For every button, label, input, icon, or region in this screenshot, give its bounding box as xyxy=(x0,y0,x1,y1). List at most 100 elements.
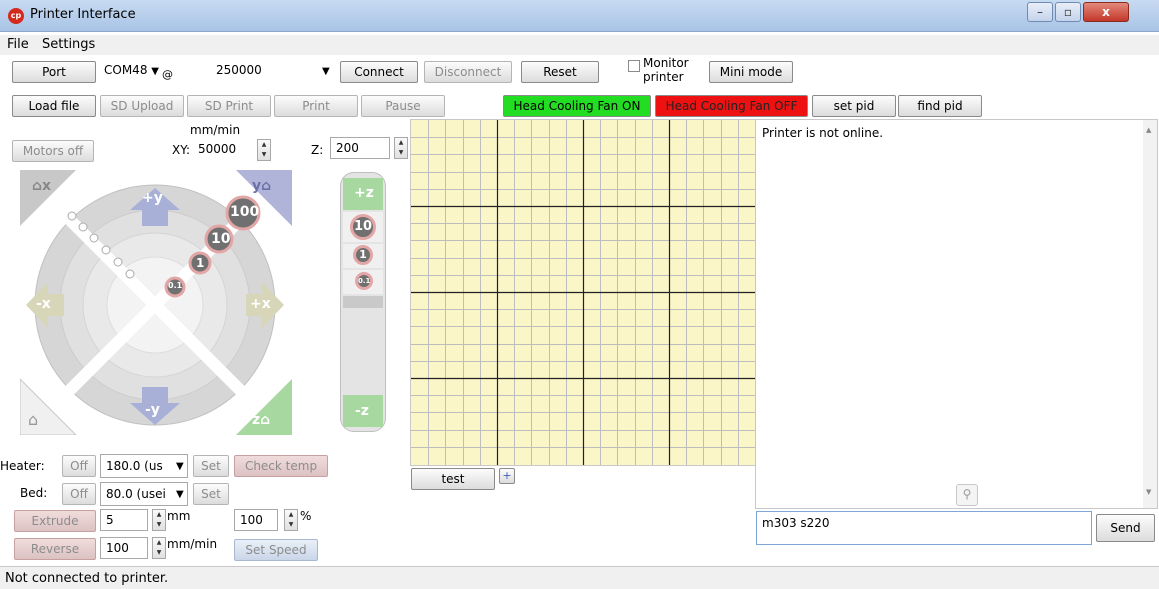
reverse-button[interactable]: Reverse xyxy=(14,538,96,560)
fan-off-button[interactable]: Head Cooling Fan OFF xyxy=(655,95,808,117)
xy-step-0.1[interactable]: 0.1 xyxy=(168,281,182,290)
z-step-0.1[interactable]: 0.1 xyxy=(343,270,383,294)
at-label: @ xyxy=(162,68,173,81)
mini-mode-button[interactable]: Mini mode xyxy=(709,61,793,83)
xy-step-10[interactable]: 10 xyxy=(211,231,230,247)
maximize-button[interactable]: ▫ xyxy=(1055,2,1081,22)
home-y-label: y xyxy=(252,178,262,194)
jog-plus-z-button[interactable]: +z xyxy=(343,178,383,210)
check-temp-button[interactable]: Check temp xyxy=(234,455,328,477)
find-pid-button[interactable]: find pid xyxy=(898,95,982,117)
reset-button[interactable]: Reset xyxy=(521,61,599,83)
z-step-1[interactable]: 1 xyxy=(343,244,383,268)
bed-temp-select[interactable]: 80.0 (usei ▼ xyxy=(100,482,188,506)
extrude-amount-input[interactable]: 5 xyxy=(100,509,148,531)
menu-file[interactable]: File xyxy=(7,37,29,52)
chevron-down-icon: ▼ xyxy=(176,461,184,472)
xy-label: XY: xyxy=(172,143,190,157)
reverse-speed-unit-label: mm/min xyxy=(167,537,218,551)
motors-off-button[interactable]: Motors off xyxy=(12,140,94,162)
jog-minus-z-button[interactable]: -z xyxy=(343,395,383,427)
z-step-separator xyxy=(343,296,383,308)
scroll-up-icon: ▲ xyxy=(1146,126,1152,134)
home-x-button[interactable]: ⌂x xyxy=(32,178,51,194)
monitor-label-line2: printer xyxy=(643,70,684,84)
z-label: Z: xyxy=(311,143,324,157)
monitor-printer-label: Monitor printer xyxy=(643,56,689,84)
xy-step-1[interactable]: 1 xyxy=(196,256,204,270)
z-step-10[interactable]: 10 xyxy=(343,212,383,242)
speed-percent-stepper[interactable]: ▲ ▼ xyxy=(284,509,298,531)
home-icon: ⌂ xyxy=(32,178,43,194)
extrude-amount-stepper[interactable]: ▲ ▼ xyxy=(152,509,166,531)
console-scrollbar[interactable]: ▲ ▼ xyxy=(1143,120,1157,508)
home-z-button[interactable]: z⌂ xyxy=(252,412,270,428)
search-icon[interactable]: ⚲ xyxy=(956,484,978,506)
jog-minus-y-button[interactable]: -y xyxy=(145,402,160,418)
z-step-0.1-label: 0.1 xyxy=(355,272,373,290)
xy-speed-input[interactable]: 50000 xyxy=(193,139,253,161)
heater-off-button[interactable]: Off xyxy=(62,455,96,477)
test-tab[interactable]: test xyxy=(411,468,495,490)
sd-upload-button[interactable]: SD Upload xyxy=(100,95,184,117)
reverse-speed-stepper[interactable]: ▲ ▼ xyxy=(152,537,166,559)
port-value: COM48 xyxy=(104,63,148,77)
home-y-button[interactable]: y⌂ xyxy=(252,178,271,194)
print-bed-preview[interactable] xyxy=(410,119,756,466)
chevron-down-icon: ▼ xyxy=(176,489,184,500)
command-input[interactable]: m303 s220 xyxy=(756,511,1092,545)
minimize-button[interactable]: – xyxy=(1027,2,1053,22)
jog-minus-x-button[interactable]: -x xyxy=(36,296,51,312)
app-icon: cp xyxy=(8,8,24,24)
bed-label: Bed: xyxy=(20,486,48,500)
bed-off-button[interactable]: Off xyxy=(62,483,96,505)
disconnect-button[interactable]: Disconnect xyxy=(424,61,512,83)
bed-grid xyxy=(411,120,755,465)
jog-plus-y-button[interactable]: +y xyxy=(142,190,163,206)
xy-step-100[interactable]: 100 xyxy=(230,204,259,220)
heater-label: Heater: xyxy=(0,459,45,473)
chevron-down-icon: ▼ xyxy=(151,66,159,77)
send-button[interactable]: Send xyxy=(1096,514,1155,542)
status-text: Not connected to printer. xyxy=(5,571,169,586)
speed-unit-label: mm/min xyxy=(190,123,241,137)
port-button[interactable]: Port xyxy=(12,61,96,83)
sd-print-button[interactable]: SD Print xyxy=(187,95,271,117)
status-bar: Not connected to printer. xyxy=(0,566,1159,589)
z-speed-stepper[interactable]: ▲ ▼ xyxy=(394,137,408,159)
port-select[interactable]: COM48 ▼ xyxy=(104,63,159,77)
extrude-button[interactable]: Extrude xyxy=(14,510,96,532)
print-button[interactable]: Print xyxy=(274,95,358,117)
menu-bar xyxy=(0,35,1159,55)
window-title: Printer Interface xyxy=(30,7,136,22)
set-speed-button[interactable]: Set Speed xyxy=(234,539,318,561)
connect-button[interactable]: Connect xyxy=(340,61,418,83)
add-tab-button[interactable]: + xyxy=(499,468,515,484)
xy-speed-stepper[interactable]: ▲ ▼ xyxy=(257,139,271,161)
home-icon: ⌂ xyxy=(261,178,272,194)
percent-label: % xyxy=(300,509,312,523)
home-all-button[interactable]: ⌂ xyxy=(28,410,38,429)
monitor-label-line1: Monitor xyxy=(643,56,689,70)
heater-temp-select[interactable]: 180.0 (us ▼ xyxy=(100,454,188,478)
scroll-down-icon: ▼ xyxy=(1146,488,1152,496)
load-file-button[interactable]: Load file xyxy=(12,95,96,117)
menu-settings[interactable]: Settings xyxy=(42,37,95,52)
pause-button[interactable]: Pause xyxy=(361,95,445,117)
bed-set-button[interactable]: Set xyxy=(193,483,229,505)
baud-select[interactable]: 250000 ▼ xyxy=(210,61,335,83)
z-speed-input[interactable]: 200 xyxy=(330,137,390,159)
title-bar xyxy=(0,0,1159,32)
minus-z-label: -z xyxy=(355,403,369,419)
set-pid-button[interactable]: set pid xyxy=(812,95,896,117)
monitor-printer-checkbox[interactable] xyxy=(628,60,640,72)
close-button[interactable]: x xyxy=(1083,2,1129,22)
jog-plus-x-button[interactable]: +x xyxy=(250,296,271,312)
speed-percent-input[interactable]: 100 xyxy=(234,509,278,531)
fan-on-button[interactable]: Head Cooling Fan ON xyxy=(503,95,651,117)
heater-set-button[interactable]: Set xyxy=(193,455,229,477)
plus-z-label: +z xyxy=(354,185,374,201)
console-log[interactable]: Printer is not online. ▲ ▼ ⚲ xyxy=(755,119,1158,509)
reverse-speed-input[interactable]: 100 xyxy=(100,537,148,559)
home-x-label: x xyxy=(42,178,52,194)
